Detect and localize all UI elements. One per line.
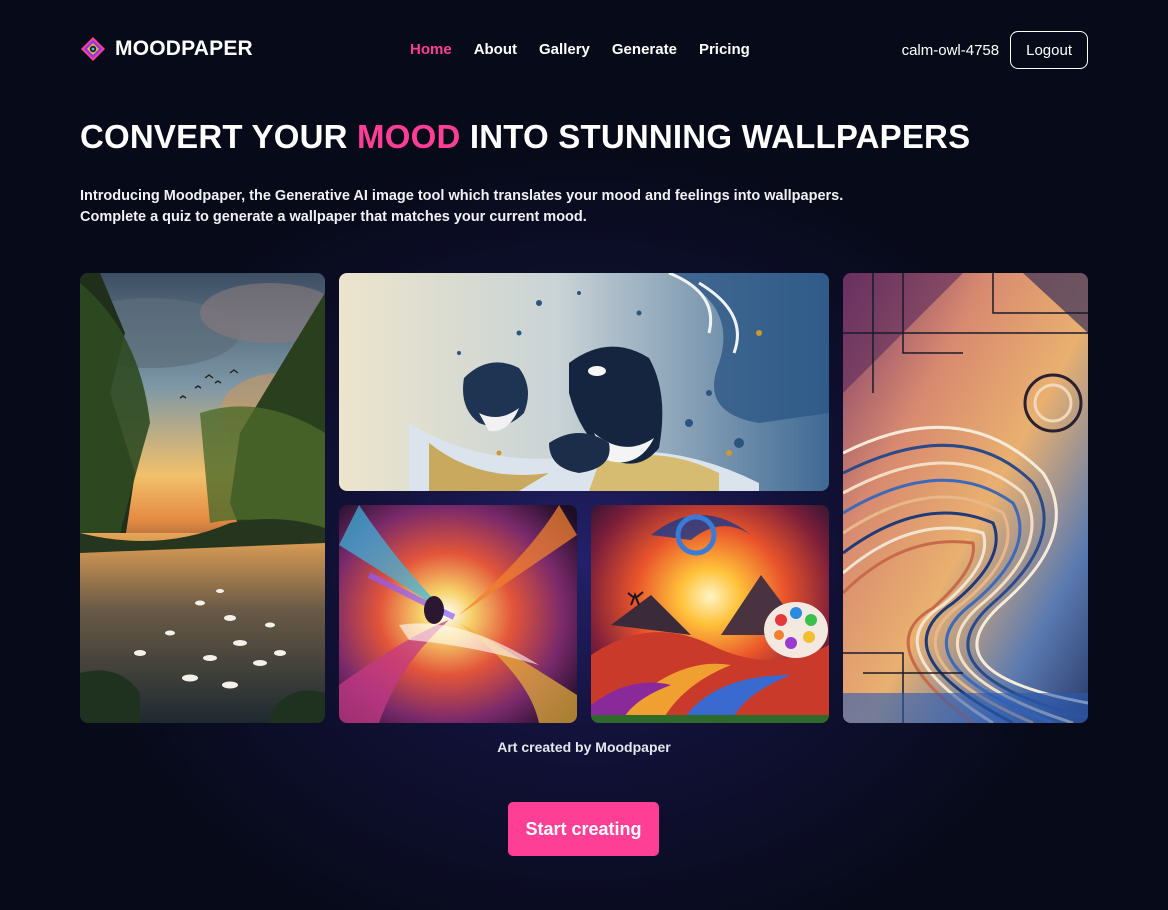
gallery-caption: Art created by Moodpaper — [497, 739, 671, 755]
hero-title-start: CONVERT YOUR — [80, 118, 358, 155]
hero-title-accent: MOOD — [357, 118, 461, 155]
hero-description-line-2: Complete a quiz to generate a wallpaper … — [80, 209, 587, 225]
logout-button[interactable]: Logout — [1010, 31, 1088, 69]
user-area: calm-owl-4758 Logout — [902, 31, 1088, 69]
gallery-image-orca-whales — [339, 273, 829, 491]
brand-logo[interactable]: MOODPAPER — [80, 36, 253, 62]
main-nav: Home About Gallery Generate Pricing — [410, 41, 772, 58]
brand-name: MOODPAPER — [115, 37, 253, 60]
gallery-image-sunset-river — [80, 273, 325, 723]
moodpaper-logo-icon — [80, 36, 106, 62]
gallery-image-color-explosion — [339, 505, 577, 723]
hero-title-end: INTO STUNNING WALLPAPERS — [460, 118, 971, 155]
nav-generate[interactable]: Generate — [612, 41, 677, 58]
top-navbar: MOODPAPER Home About Gallery Generate Pr… — [80, 30, 1088, 70]
gallery-image-mountain-sunburst — [591, 505, 829, 723]
nav-home[interactable]: Home — [410, 41, 452, 58]
hero-description: Introducing Moodpaper, the Generative AI… — [80, 186, 843, 228]
gallery-image-geometric-waves — [843, 273, 1088, 723]
nav-about[interactable]: About — [474, 41, 517, 58]
start-creating-button[interactable]: Start creating — [508, 802, 659, 856]
hero-title: CONVERT YOUR MOOD INTO STUNNING WALLPAPE… — [80, 118, 970, 156]
nav-pricing[interactable]: Pricing — [699, 41, 750, 58]
hero-description-line-1: Introducing Moodpaper, the Generative AI… — [80, 188, 844, 204]
username-label: calm-owl-4758 — [901, 41, 1000, 59]
nav-gallery[interactable]: Gallery — [539, 41, 590, 58]
